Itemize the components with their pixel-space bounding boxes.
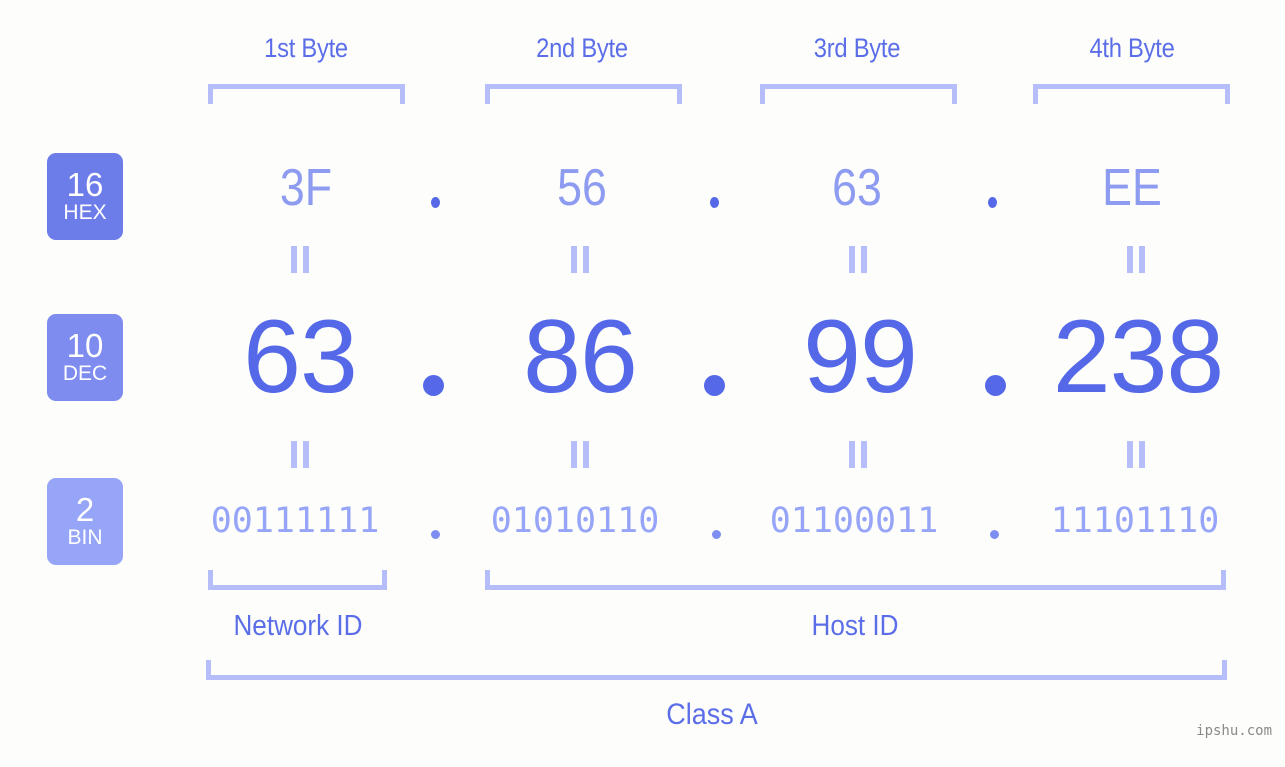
radix-badge-bin-name: BIN (67, 526, 103, 549)
network-id-bracket (208, 570, 387, 590)
radix-badge-bin-number: 2 (75, 491, 95, 528)
radix-badge-dec-name: DEC (62, 362, 108, 385)
dec-separator-dot-1 (423, 375, 444, 396)
dec-byte-2: 86 (523, 299, 638, 415)
equals-marker-hex-dec-1 (288, 246, 312, 273)
hex-separator-dot-3 (988, 197, 997, 208)
radix-badge-hex-number: 16 (66, 166, 104, 203)
bin-separator-dot-1 (431, 530, 440, 539)
byte-header-label-3: 3rd Byte (813, 33, 901, 63)
hex-byte-3: 63 (832, 159, 882, 217)
host-id-label: Host ID (811, 610, 899, 642)
bin-byte-3: 01100011 (769, 501, 939, 541)
bin-separator-dot-3 (990, 530, 999, 539)
class-bracket (206, 660, 1227, 680)
equals-marker-dec-bin-3 (846, 441, 870, 468)
dec-byte-1: 63 (243, 299, 358, 415)
byte-header-label-4: 4th Byte (1089, 33, 1175, 63)
hex-byte-1: 3F (279, 159, 333, 217)
radix-badge-hex: 16 HEX (47, 153, 123, 240)
radix-badge-hex-name: HEX (63, 201, 107, 224)
bin-byte-1: 00111111 (210, 501, 380, 541)
dec-byte-3: 99 (803, 299, 918, 415)
site-watermark: ipshu.com (1196, 723, 1272, 739)
hex-separator-dot-2 (710, 197, 719, 208)
radix-badge-dec: 10 DEC (47, 314, 123, 401)
radix-badge-dec-number: 10 (66, 327, 104, 364)
byte-bracket-4 (1033, 84, 1230, 104)
equals-marker-hex-dec-2 (568, 246, 592, 273)
hex-separator-dot-1 (431, 197, 440, 208)
equals-marker-hex-dec-4 (1124, 246, 1148, 273)
bin-byte-4: 11101110 (1050, 501, 1220, 541)
radix-badge-bin: 2 BIN (47, 478, 123, 565)
hex-byte-2: 56 (557, 159, 607, 217)
hex-byte-4: EE (1102, 159, 1162, 217)
byte-bracket-1 (208, 84, 405, 104)
equals-marker-dec-bin-4 (1124, 441, 1148, 468)
byte-header-label-2: 2nd Byte (536, 33, 628, 63)
byte-bracket-2 (485, 84, 682, 104)
class-label: Class A (666, 698, 758, 731)
equals-marker-hex-dec-3 (846, 246, 870, 273)
equals-marker-dec-bin-2 (568, 441, 592, 468)
ip-address-breakdown-diagram: 1st Byte 2nd Byte 3rd Byte 4th Byte 16 H… (0, 0, 1285, 767)
network-id-label: Network ID (233, 610, 363, 642)
bin-separator-dot-2 (712, 530, 721, 539)
bin-byte-2: 01010110 (490, 501, 660, 541)
dec-separator-dot-3 (985, 375, 1006, 396)
dec-separator-dot-2 (704, 375, 725, 396)
byte-bracket-3 (760, 84, 957, 104)
host-id-bracket (485, 570, 1226, 590)
byte-header-label-1: 1st Byte (264, 33, 348, 63)
dec-byte-4: 238 (1052, 299, 1225, 415)
equals-marker-dec-bin-1 (288, 441, 312, 468)
